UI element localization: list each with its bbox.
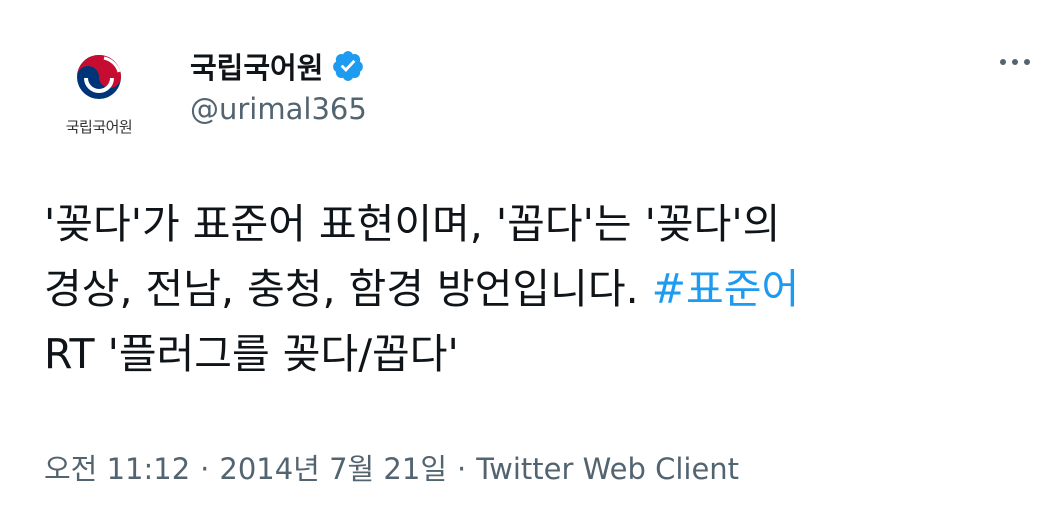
more-options-icon	[1000, 59, 1006, 65]
author-handle[interactable]: @urimal365	[190, 92, 367, 126]
tweet-text-line-2-body: 경상, 전남, 충청, 함경 방언입니다.	[44, 265, 652, 313]
taegeuk-logo-icon	[77, 55, 121, 99]
more-options-icon	[1024, 59, 1030, 65]
avatar[interactable]: 국립국어원	[44, 42, 154, 152]
more-options-icon	[1012, 59, 1018, 65]
tweet-card: 국립국어원 국립국어원 @urimal365 '꽂다'가 표준어 표현이며, '…	[0, 0, 1061, 509]
meta-separator: ·	[200, 452, 210, 486]
display-name[interactable]: 국립국어원	[190, 45, 323, 87]
tweet-text-line-1: '꽂다'가 표준어 표현이며, '꼽다'는 '꽂다'의	[44, 200, 781, 248]
hashtag-link[interactable]: #표준어	[652, 265, 800, 313]
author-name-row: 국립국어원	[190, 44, 365, 88]
tweet-client[interactable]: Twitter Web Client	[476, 452, 739, 486]
tweet-text: '꽂다'가 표준어 표현이며, '꼽다'는 '꽂다'의 경상, 전남, 충청, …	[44, 192, 1044, 387]
tweet-meta: 오전 11:12 · 2014년 7월 21일 · Twitter Web Client	[44, 446, 739, 488]
tweet-text-line-2: 경상, 전남, 충청, 함경 방언입니다. #표준어	[44, 257, 1044, 322]
tweet-date[interactable]: 2014년 7월 21일	[219, 452, 447, 486]
meta-separator: ·	[457, 452, 467, 486]
more-options-button[interactable]	[990, 44, 1040, 80]
avatar-caption: 국립국어원	[65, 118, 133, 136]
tweet-time[interactable]: 오전 11:12	[44, 452, 190, 486]
verified-badge-icon	[331, 49, 365, 83]
tweet-text-line-3: RT '플러그를 꽂다/꼽다'	[44, 330, 459, 378]
